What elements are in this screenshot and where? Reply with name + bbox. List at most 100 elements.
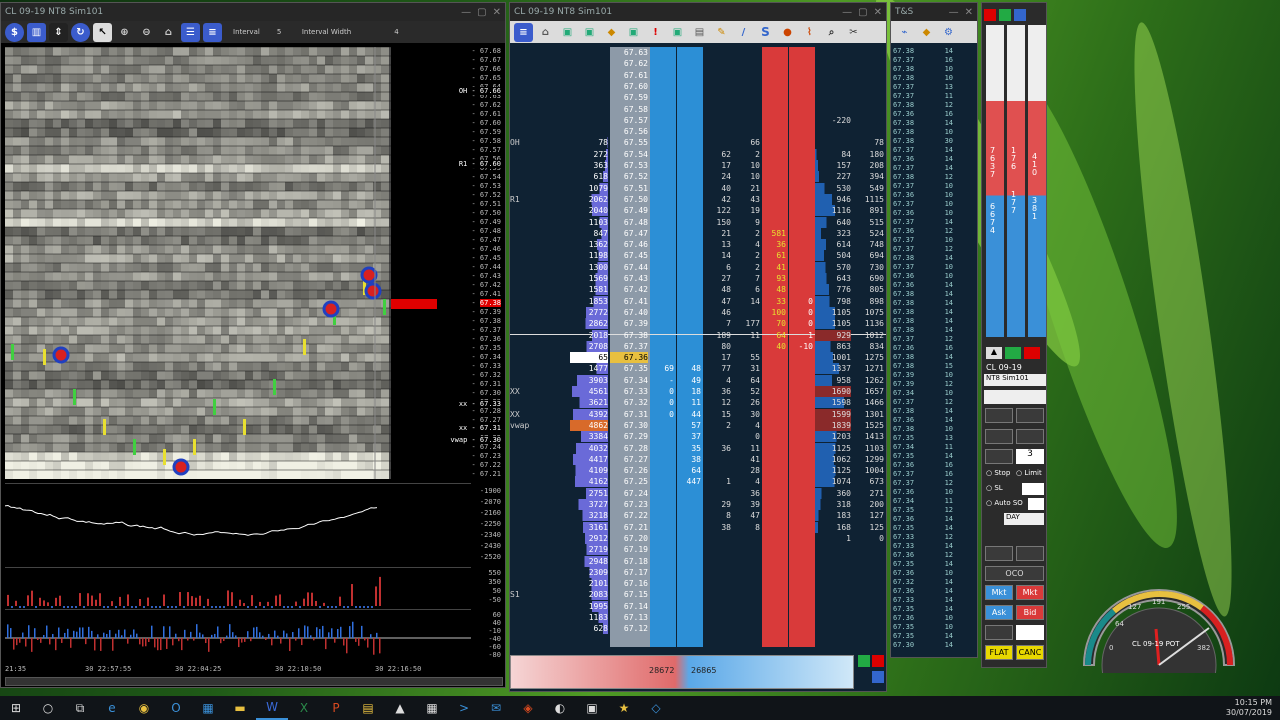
dom-settings-button[interactable] [872, 671, 884, 683]
close-icon[interactable]: ✕ [874, 7, 882, 18]
ladder-cell-s[interactable]: 41 [762, 262, 786, 273]
ct-button-c[interactable] [985, 429, 1013, 444]
minimize-icon[interactable]: — [842, 7, 852, 18]
excel-icon[interactable]: X [288, 696, 320, 720]
app-icon-2[interactable]: ◐ [544, 696, 576, 720]
ladder-cell-b[interactable]: 1 [789, 330, 813, 341]
ladder-row[interactable]: 2101 67.16 [510, 578, 886, 590]
ladder-cell-ask[interactable]: 447 [677, 476, 701, 487]
red-button[interactable] [1024, 347, 1040, 359]
minimize-icon[interactable]: — [461, 7, 471, 18]
ladder-cell-bid[interactable]: 0 [650, 409, 674, 420]
ladder-row[interactable]: vwap 4862 67.30 57 2 4 1839 1525 [510, 419, 886, 431]
filter-icon[interactable]: ◆ [917, 23, 936, 42]
store-icon[interactable]: ▦ [192, 696, 224, 720]
file-explorer-icon[interactable]: ▬ [224, 696, 256, 720]
document-icon[interactable]: ▤ [690, 23, 709, 42]
ladder-row[interactable]: 4417 67.27 38 41 1062 1299 [510, 453, 886, 465]
chart-link-icon[interactable]: ⌇ [800, 23, 819, 42]
minimize-icon[interactable]: — [949, 7, 959, 18]
outlook-icon[interactable]: O [160, 696, 192, 720]
ladder-row[interactable]: 67.56 [510, 126, 886, 137]
ladder-row[interactable]: 2948 67.18 [510, 555, 886, 567]
ladder-row[interactable]: 2751 67.24 36 360 271 [510, 487, 886, 499]
clock[interactable]: 10:15 PM 30/07/2019 [1226, 698, 1280, 718]
ladder-cell-bid[interactable]: 0 [650, 386, 674, 397]
ladder-row[interactable]: 1853 67.41 47 14 33 0 798 898 [510, 295, 886, 307]
ladder-cell-ask[interactable]: 37 [677, 431, 701, 442]
ladder-row[interactable]: 628 67.12 [510, 623, 886, 635]
ladder-row[interactable]: R1 2062 67.50 42 43 946 1115 [510, 193, 886, 205]
ct-button-g[interactable] [985, 625, 1013, 640]
qty-input[interactable]: 3 [1016, 449, 1044, 464]
chart-scrollbar[interactable] [5, 677, 503, 686]
ninjatrader-icon[interactable]: ◈ [512, 696, 544, 720]
account-select[interactable]: NT8 Sim101 [984, 374, 1046, 386]
app-icon-3[interactable]: ▣ [576, 696, 608, 720]
ladder-row[interactable]: 847 67.47 21 2 581 323 524 [510, 227, 886, 239]
reset-icon[interactable]: ▣ [668, 23, 687, 42]
powerpoint-icon[interactable]: P [320, 696, 352, 720]
ladder-row[interactable]: 67.63 [510, 47, 886, 58]
ladder-row[interactable]: 67.57 -220 [510, 114, 886, 126]
dom-close-button[interactable] [872, 655, 884, 667]
ladder-cell-ask[interactable]: 18 [677, 386, 701, 397]
strategy-icon[interactable]: S [756, 23, 775, 42]
alert-icon[interactable]: ! [646, 23, 665, 42]
ladder-row[interactable]: 2772 67.40 46 100 0 1105 1075 [510, 306, 886, 318]
sl-input[interactable] [1022, 483, 1044, 495]
ladder-row[interactable]: 2040 67.49 122 19 1116 891 [510, 205, 886, 217]
close-icon[interactable]: ✕ [493, 7, 501, 18]
ladder-row[interactable]: 2912 67.20 1 0 [510, 532, 886, 544]
ladder-cell-s[interactable]: 100 [762, 307, 786, 318]
edge-icon[interactable]: e [96, 696, 128, 720]
ladder-row[interactable]: 1477 67.35 69 48 77 31 1337 1271 [510, 363, 886, 375]
close-icon[interactable]: ✕ [965, 7, 973, 18]
zoom-out-icon[interactable]: ⊖ [137, 23, 156, 42]
search-icon[interactable]: ⌕ [822, 23, 841, 42]
levels-icon[interactable]: ◆ [602, 23, 621, 42]
maximize-icon[interactable]: ▢ [477, 7, 486, 18]
ladder-cell-s[interactable]: 581 [762, 228, 786, 239]
ladder-row[interactable]: 2309 67.17 [510, 566, 886, 578]
tif-select[interactable]: DAY [1004, 513, 1044, 525]
ladder-cell-s[interactable]: 48 [762, 284, 786, 295]
calculator-icon[interactable]: ▦ [416, 696, 448, 720]
ladder-row[interactable]: 363 67.53 17 10 157 208 [510, 160, 886, 171]
ladder-cell-s[interactable]: 33 [762, 296, 786, 307]
instrument-icon[interactable]: $ [5, 22, 24, 42]
ladder-row[interactable]: 1079 67.51 40 21 530 549 [510, 182, 886, 194]
ladder-row[interactable]: 67.60 [510, 81, 886, 92]
settings-button[interactable] [1014, 9, 1026, 21]
ladder-cell-ask[interactable]: 11 [677, 397, 701, 408]
heatmap-panel[interactable] [5, 47, 391, 479]
ct-button-e[interactable] [985, 546, 1013, 561]
sl-option[interactable]: ○ SL [986, 484, 1003, 492]
ladder-cell-s[interactable]: 40 [762, 341, 786, 352]
ladder-row[interactable]: 2708 67.37 80 40 -10 863 834 [510, 340, 886, 352]
chrome-icon[interactable]: ◉ [128, 696, 160, 720]
price-ladder[interactable]: 67.63 67.62 67.61 67.60 67.59 67.58 67.57 -220 6… [510, 47, 886, 647]
app-icon-4[interactable]: ◇ [640, 696, 672, 720]
app-icon[interactable]: ▲ [384, 696, 416, 720]
ladder-cell-bid[interactable]: - [650, 375, 674, 386]
ladder-row[interactable]: OH 78 67.55 66 78 [510, 137, 886, 149]
export-icon[interactable]: ▣ [558, 23, 577, 42]
ladder-cell-ask[interactable]: 35 [677, 443, 701, 454]
ladder-row[interactable]: 67.58 [510, 104, 886, 115]
ladder-row[interactable]: 618 67.52 24 10 227 394 [510, 171, 886, 183]
ladder-cell-b[interactable]: 0 [789, 307, 813, 318]
ladder-row[interactable]: 1581 67.42 48 6 48 776 805 [510, 284, 886, 296]
ladder-row[interactable]: 2719 67.19 [510, 544, 886, 556]
paint-icon[interactable]: ✎ [712, 23, 731, 42]
up-button[interactable]: ▲ [986, 347, 1002, 359]
ladder-cell-ask[interactable]: 49 [677, 375, 701, 386]
ladder-row[interactable]: 3903 67.34-49 4 64 958 1262 [510, 374, 886, 386]
scroll-icon[interactable]: ⇕ [49, 22, 68, 42]
ladder-row[interactable]: 3384 67.29 37 0 1203 1413 [510, 431, 886, 443]
ladder-row[interactable]: 3621 67.32 0 11 12 26 1598 1466 [510, 397, 886, 409]
import-icon[interactable]: ▣ [580, 23, 599, 42]
ladder-row[interactable]: 3218 67.22 8 47 183 127 [510, 510, 886, 522]
ladder-row[interactable]: 1183 67.13 [510, 612, 886, 623]
cancel-button[interactable]: CANC [1016, 645, 1044, 660]
